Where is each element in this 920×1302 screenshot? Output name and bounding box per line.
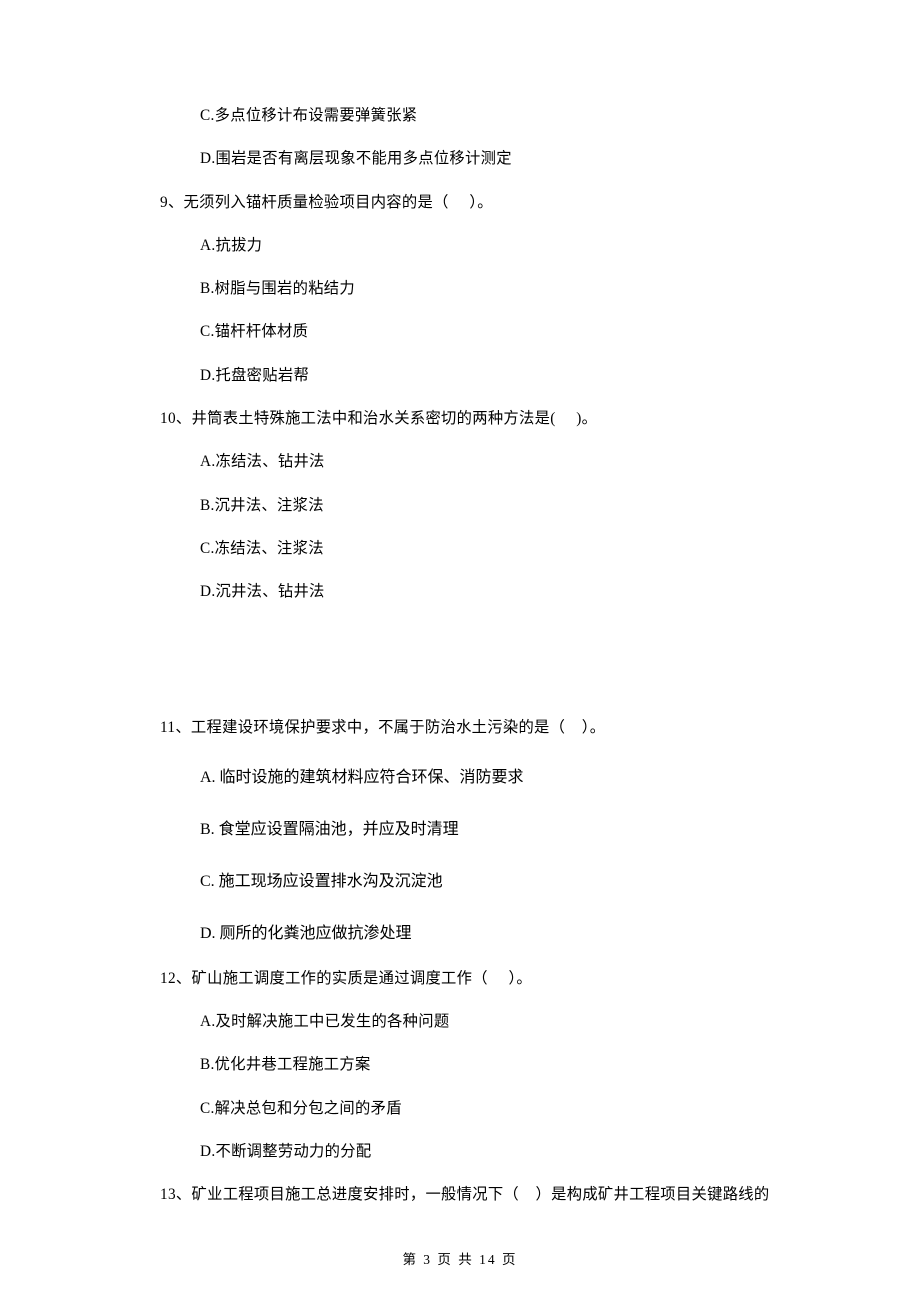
q12-option-b: B.优化井巷工程施工方案	[200, 1057, 780, 1072]
prefix-option-d: D.围岩是否有离层现象不能用多点位移计测定	[200, 151, 780, 166]
q13-stem: 13、矿业工程项目施工总进度安排时，一般情况下（ ）是构成矿井工程项目关键路线的	[160, 1187, 780, 1202]
q12-option-c: C.解决总包和分包之间的矛盾	[200, 1101, 780, 1116]
q12-option-a: A.及时解决施工中已发生的各种问题	[200, 1014, 780, 1029]
q10-option-c: C.冻结法、注浆法	[200, 541, 780, 556]
section-gap	[140, 628, 780, 720]
prefix-option-c: C.多点位移计布设需要弹簧张紧	[200, 108, 780, 123]
q11-option-a: A. 临时设施的建筑材料应符合环保、消防要求	[200, 763, 780, 787]
q12-option-d: D.不断调整劳动力的分配	[200, 1144, 780, 1159]
q11-option-b: B. 食堂应设置隔油池，并应及时清理	[200, 815, 780, 839]
q10-option-b: B.沉井法、注浆法	[200, 498, 780, 513]
q9-option-d: D.托盘密贴岩帮	[200, 368, 780, 383]
q9-option-b: B.树脂与围岩的粘结力	[200, 281, 780, 296]
q9-stem: 9、无须列入锚杆质量检验项目内容的是（ ）。	[160, 195, 780, 210]
q11-stem: 11、工程建设环境保护要求中，不属于防治水土污染的是（ ）。	[160, 720, 780, 735]
q9-option-c: C.锚杆杆体材质	[200, 324, 780, 339]
q11-option-c: C. 施工现场应设置排水沟及沉淀池	[200, 867, 780, 891]
q12-stem: 12、矿山施工调度工作的实质是通过调度工作（ ）。	[160, 971, 780, 986]
page-footer: 第 3 页 共 14 页	[0, 1248, 920, 1268]
q10-stem: 10、井筒表土特殊施工法中和治水关系密切的两种方法是( )。	[160, 411, 780, 426]
q9-option-a: A.抗拔力	[200, 238, 780, 253]
q11-option-d: D. 厕所的化粪池应做抗渗处理	[200, 919, 780, 943]
page: C.多点位移计布设需要弹簧张紧 D.围岩是否有离层现象不能用多点位移计测定 9、…	[0, 0, 920, 1302]
q10-option-d: D.沉井法、钻井法	[200, 584, 780, 599]
q10-option-a: A.冻结法、钻井法	[200, 454, 780, 469]
